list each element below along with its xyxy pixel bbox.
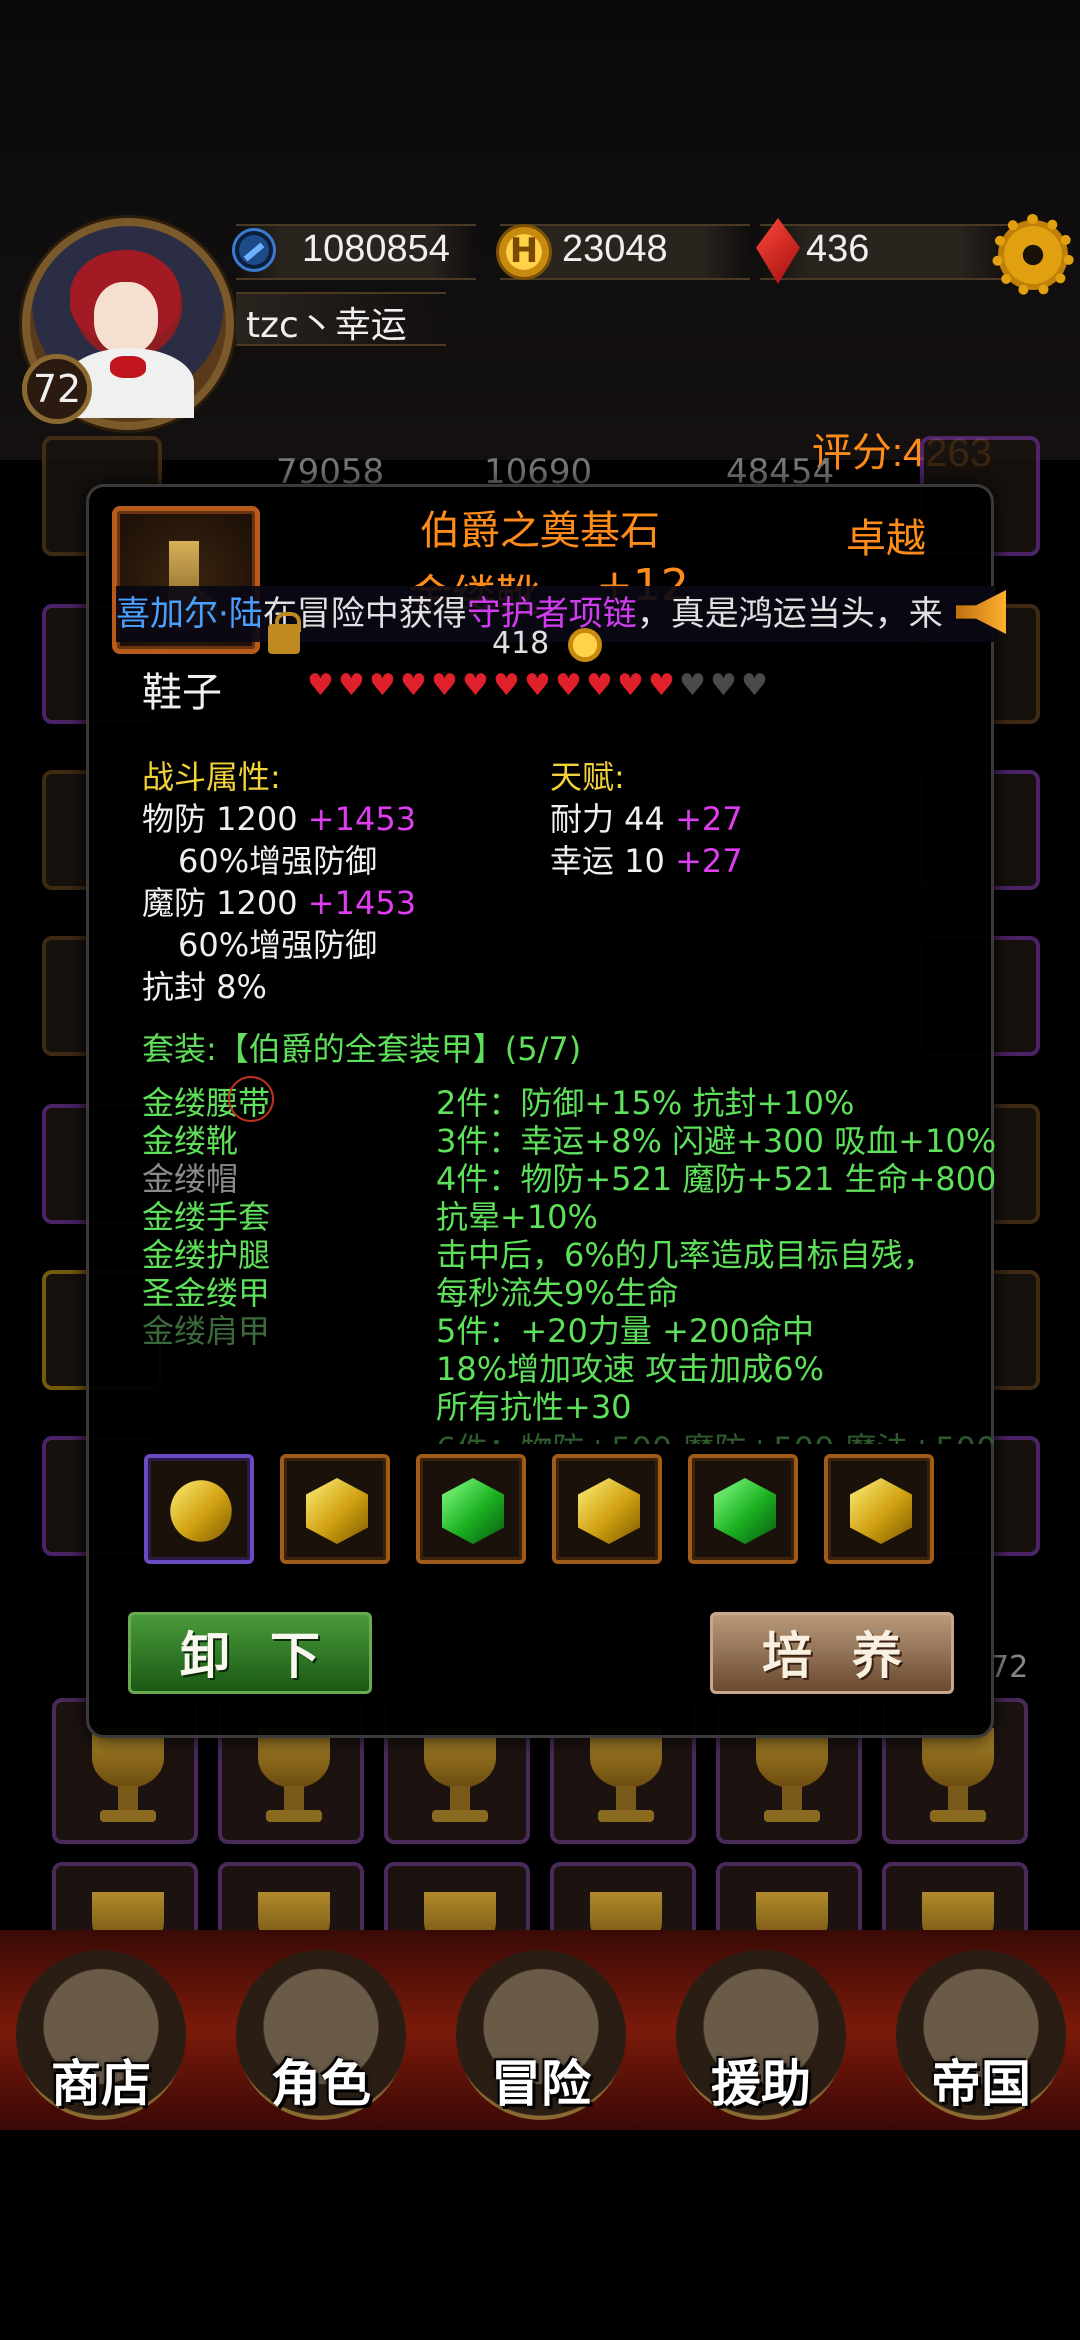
settings-gear-icon[interactable] bbox=[992, 214, 1074, 296]
yellow-gem-icon bbox=[850, 1478, 912, 1544]
exp-icon bbox=[232, 228, 276, 272]
heart-icon: ♥ bbox=[462, 668, 489, 703]
stat-line: 抗封 8% bbox=[142, 968, 267, 1006]
combat-stats-title: 战斗属性: bbox=[142, 758, 281, 796]
heart-icon: ♥ bbox=[524, 668, 551, 703]
heart-icon: ♥ bbox=[369, 668, 396, 703]
nav-label: 角色 bbox=[271, 2054, 371, 2113]
page-indicator: 72 bbox=[990, 1650, 1029, 1685]
marquee-player: 喜加尔·陆 bbox=[116, 594, 263, 634]
announcement-marquee: 喜加尔·陆在冒险中获得守护者项链，真是鸿运当头，来 bbox=[116, 586, 996, 642]
avatar-bow bbox=[110, 356, 146, 378]
nav-label: 援助 bbox=[711, 2054, 811, 2113]
green-gem-icon bbox=[442, 1478, 504, 1544]
stat-line: 物防 1200 +1453 bbox=[142, 800, 417, 838]
heart-icon: ♥ bbox=[555, 668, 582, 703]
exp-value: 1080854 bbox=[302, 228, 450, 270]
yellow-gem-icon bbox=[170, 1480, 232, 1542]
level-badge: 72 bbox=[22, 354, 92, 424]
player-name: tzc丶幸运 bbox=[246, 305, 407, 346]
heart-icon: ♥ bbox=[431, 668, 458, 703]
gem-socket[interactable] bbox=[552, 1454, 662, 1564]
nav-label: 冒险 bbox=[491, 2054, 591, 2113]
train-button[interactable]: 培养 bbox=[710, 1612, 954, 1694]
nav-shop-button[interactable]: 商店 bbox=[16, 1950, 186, 2120]
gem-socket[interactable] bbox=[416, 1454, 526, 1564]
gem-bar bbox=[760, 224, 1010, 280]
heart-icon: ♥ bbox=[307, 668, 334, 703]
nav-character-button[interactable]: 角色 bbox=[236, 1950, 406, 2120]
lock-icon[interactable] bbox=[268, 612, 301, 654]
set-bonus-line: 6件：物防+500 魔防+500 魔法+500 bbox=[436, 1424, 996, 1444]
nav-assist-button[interactable]: 援助 bbox=[676, 1950, 846, 2120]
stat-line: 60%增强防御 bbox=[178, 926, 378, 964]
talent-line: 幸运 10 +27 bbox=[550, 842, 743, 880]
set-bonus-line: 所有抗性+30 bbox=[436, 1388, 632, 1426]
set-title: 套装:【伯爵的全套装甲】(5/7) bbox=[142, 1030, 582, 1068]
gem-socket[interactable] bbox=[824, 1454, 934, 1564]
coin-icon: H bbox=[496, 224, 552, 280]
heart-icon: ♥ bbox=[617, 668, 644, 703]
yellow-gem-icon bbox=[306, 1478, 368, 1544]
item-slot-type: 鞋子 bbox=[142, 670, 222, 716]
marquee-suffix: ，真是鸿运当头，来 bbox=[636, 594, 943, 634]
heart-icon: ♥ bbox=[338, 668, 365, 703]
item-price: 418 bbox=[492, 626, 550, 661]
green-gem-icon bbox=[714, 1478, 776, 1544]
nav-adventure-button[interactable]: 冒险 bbox=[456, 1950, 626, 2120]
talent-title: 天赋: bbox=[550, 758, 625, 796]
coin-value: 23048 bbox=[562, 228, 668, 270]
stat-line: 魔防 1200 +1453 bbox=[142, 884, 417, 922]
nav-empire-button[interactable]: 帝国 bbox=[896, 1950, 1066, 2120]
avatar-face bbox=[94, 282, 158, 354]
item-rarity: 卓越 bbox=[846, 516, 926, 562]
star-rating-hearts: ♥ ♥ ♥ ♥ ♥ ♥ ♥ ♥ ♥ ♥ ♥ ♥ ♥ ♥ ♥ bbox=[304, 668, 769, 703]
heart-icon: ♥ bbox=[648, 668, 675, 703]
gem-socket[interactable] bbox=[280, 1454, 390, 1564]
yellow-gem-icon bbox=[578, 1478, 640, 1544]
gem-socket[interactable] bbox=[688, 1454, 798, 1564]
heart-icon: ♥ bbox=[586, 668, 613, 703]
heart-icon: ♥ bbox=[400, 668, 427, 703]
gem-socket[interactable] bbox=[144, 1454, 254, 1564]
heart-icon: ♥ bbox=[679, 668, 706, 703]
highlight-circle bbox=[228, 1076, 274, 1122]
heart-icon: ♥ bbox=[493, 668, 520, 703]
nav-label: 帝国 bbox=[931, 2054, 1031, 2113]
nav-label: 商店 bbox=[51, 2054, 151, 2113]
set-piece: 金缕肩甲 bbox=[142, 1312, 271, 1350]
unequip-button[interactable]: 卸下 bbox=[128, 1612, 372, 1694]
stat-line: 60%增强防御 bbox=[178, 842, 378, 880]
gem-value: 436 bbox=[806, 228, 870, 270]
heart-icon: ♥ bbox=[741, 668, 768, 703]
talent-line: 耐力 44 +27 bbox=[550, 800, 743, 838]
heart-icon: ♥ bbox=[710, 668, 737, 703]
item-title: 伯爵之奠基石 bbox=[420, 508, 660, 554]
coin-icon bbox=[568, 628, 602, 662]
